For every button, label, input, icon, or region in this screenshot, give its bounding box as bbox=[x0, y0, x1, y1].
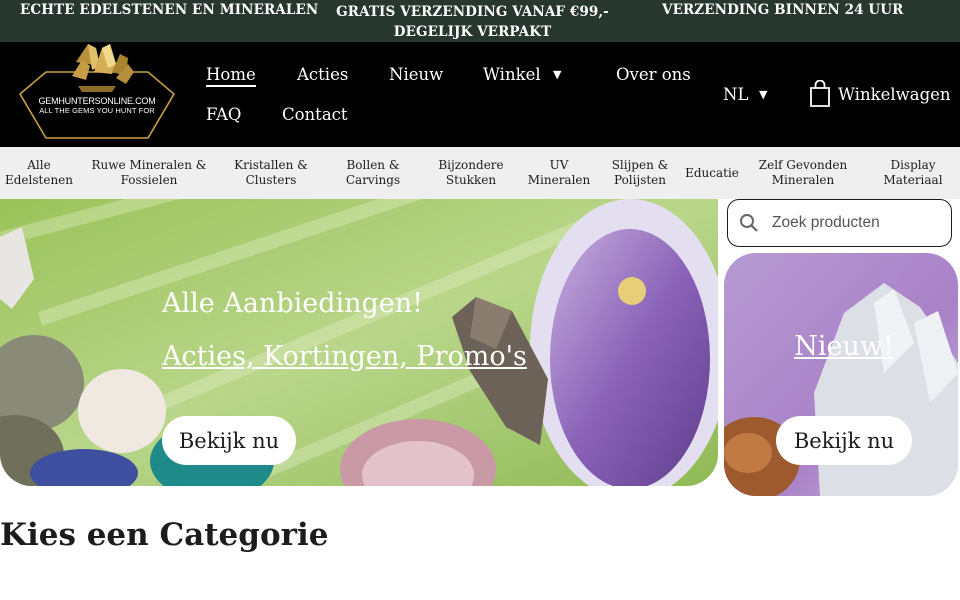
hero-banner[interactable]: Alle Aanbiedingen! Acties, Kortingen, Pr… bbox=[0, 199, 718, 486]
category-bijzondere-stukken[interactable]: Bijzondere Stukken bbox=[430, 147, 512, 199]
category-ruwe-mineralen[interactable]: Ruwe Mineralen & Fossielen bbox=[88, 147, 210, 199]
category-display-materiaal[interactable]: Display Materiaal bbox=[866, 147, 960, 199]
search-input[interactable] bbox=[772, 208, 942, 238]
announcement-authentic: ECHTE EDELSTENEN EN MINERALEN bbox=[20, 2, 319, 18]
chevron-down-icon[interactable]: ▼ bbox=[759, 88, 767, 101]
site-header: GEMHUNTERSONLINE.COM ALL THE GEMS YOU HU… bbox=[0, 42, 960, 147]
category-zelf-gevonden[interactable]: Zelf Gevonden Mineralen bbox=[752, 147, 854, 199]
hero-deals-link[interactable]: Acties, Kortingen, Promo's bbox=[162, 341, 527, 372]
nav-home[interactable]: Home bbox=[206, 65, 256, 87]
new-items-banner[interactable]: Nieuw! Bekijk nu bbox=[724, 253, 958, 496]
cart-button[interactable]: Winkelwagen bbox=[808, 80, 951, 110]
logo-tagline: ALL THE GEMS YOU HUNT FOR bbox=[39, 106, 155, 115]
nav-over-ons[interactable]: Over ons bbox=[616, 65, 691, 84]
crystal-logo-icon bbox=[18, 44, 176, 139]
section-title: Kies een Categorie bbox=[0, 517, 329, 553]
shopping-bag-icon bbox=[810, 80, 830, 107]
product-search bbox=[727, 199, 952, 247]
language-selector[interactable]: NL bbox=[723, 85, 748, 104]
announcement-fast-delivery: VERZENDING BINNEN 24 UUR bbox=[662, 2, 904, 18]
announcement-free-shipping: GRATIS VERZENDING VANAF €99,- DEGELIJK V… bbox=[336, 4, 609, 40]
nav-acties[interactable]: Acties bbox=[297, 65, 348, 84]
hero-view-button[interactable]: Bekijk nu bbox=[162, 416, 296, 465]
category-educatie[interactable]: Educatie bbox=[683, 147, 741, 199]
category-slijpen[interactable]: Slijpen & Polijsten bbox=[604, 147, 676, 199]
nav-nieuw[interactable]: Nieuw bbox=[389, 65, 443, 84]
category-kristallen[interactable]: Kristallen & Clusters bbox=[222, 147, 320, 199]
new-items-view-button[interactable]: Bekijk nu bbox=[776, 416, 912, 465]
announcement-bar: ECHTE EDELSTENEN EN MINERALEN GRATIS VER… bbox=[0, 0, 960, 42]
nav-winkel[interactable]: Winkel bbox=[483, 65, 541, 84]
logo-name: GEMHUNTERSONLINE.COM bbox=[38, 96, 156, 106]
category-bar: Alle Edelstenen Ruwe Mineralen & Fossiel… bbox=[0, 147, 960, 199]
chevron-down-icon[interactable]: ▼ bbox=[553, 68, 561, 81]
nav-contact[interactable]: Contact bbox=[282, 105, 348, 124]
category-uv-mineralen[interactable]: UV Mineralen bbox=[523, 147, 595, 199]
nav-faq[interactable]: FAQ bbox=[206, 105, 241, 124]
cart-label: Winkelwagen bbox=[838, 85, 951, 104]
category-bollen[interactable]: Bollen & Carvings bbox=[335, 147, 411, 199]
new-items-link[interactable]: Nieuw! bbox=[724, 331, 958, 362]
search-icon[interactable] bbox=[739, 213, 759, 233]
site-logo[interactable]: GEMHUNTERSONLINE.COM ALL THE GEMS YOU HU… bbox=[16, 42, 178, 146]
category-alle-edelstenen[interactable]: Alle Edelstenen bbox=[0, 147, 78, 199]
hero-title: Alle Aanbiedingen! bbox=[162, 288, 424, 319]
